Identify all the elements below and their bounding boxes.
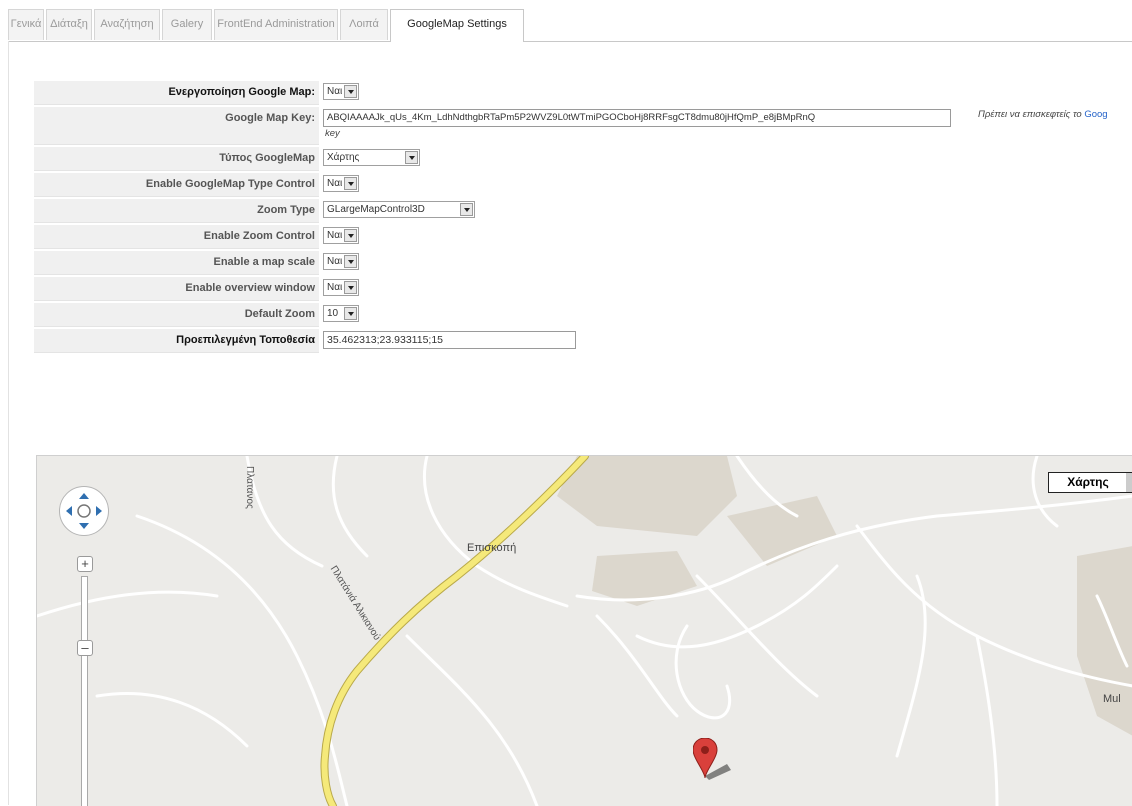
zoom-control-select[interactable]: Ναι xyxy=(323,227,359,244)
map-type-select[interactable]: Χάρτης xyxy=(323,149,420,166)
zoom-in-button[interactable]: + xyxy=(77,556,93,572)
pan-up-icon xyxy=(79,493,89,499)
tab-general[interactable]: Γενικά xyxy=(8,9,44,40)
default-zoom-select[interactable]: 10 xyxy=(323,305,359,322)
map-type-label: Τύπος GoogleMap xyxy=(34,147,319,171)
overview-label: Enable overview window xyxy=(34,277,319,301)
dropdown-arrow-icon xyxy=(405,151,418,164)
tab-galery[interactable]: Galery xyxy=(162,9,212,40)
setting-row-type-control: Enable GoogleMap Type Control Ναι xyxy=(34,173,1132,197)
setting-row-map-scale: Enable a map scale Ναι xyxy=(34,251,1132,275)
dropdown-arrow-icon xyxy=(344,229,357,242)
default-location-label: Προεπιλεγμένη Τοποθεσία xyxy=(34,329,319,353)
zoom-type-select[interactable]: GLargeMapControl3D xyxy=(323,201,475,218)
tab-misc[interactable]: Λοιπά xyxy=(340,9,388,40)
tab-frontend-administration[interactable]: FrontEnd Administration xyxy=(214,9,338,40)
enable-map-select[interactable]: Ναι xyxy=(323,83,359,100)
map-key-label: Google Map Key: xyxy=(34,107,319,145)
dropdown-arrow-icon xyxy=(344,255,357,268)
hand-icon xyxy=(77,504,91,518)
type-control-label: Enable GoogleMap Type Control xyxy=(34,173,319,197)
pan-control[interactable] xyxy=(59,486,109,536)
zoom-slider-track[interactable] xyxy=(81,576,88,806)
enable-map-label: Ενεργοποίηση Google Map: xyxy=(34,81,319,105)
map-key-hint-link[interactable]: Goog xyxy=(1084,109,1107,120)
location-marker-icon[interactable] xyxy=(693,738,733,784)
setting-row-zoom-type: Zoom Type GLargeMapControl3D xyxy=(34,199,1132,223)
dropdown-arrow-icon xyxy=(344,281,357,294)
pan-right-icon xyxy=(96,506,102,516)
map-key-hint-tail: key xyxy=(325,128,340,139)
map-scale-label: Enable a map scale xyxy=(34,251,319,275)
map-type-button[interactable]: Χάρτης xyxy=(1048,472,1128,493)
dropdown-arrow-icon xyxy=(344,307,357,320)
setting-row-default-zoom: Default Zoom 10 xyxy=(34,303,1132,327)
tab-layout[interactable]: Διάταξη xyxy=(46,9,92,40)
pan-down-icon xyxy=(79,523,89,529)
zoom-control-label: Enable Zoom Control xyxy=(34,225,319,249)
zoom-slider-handle[interactable]: – xyxy=(77,640,93,656)
dropdown-arrow-icon xyxy=(460,203,473,216)
map-key-hint: Πρέπει να επισκεφτείς το Goog xyxy=(978,109,1108,120)
setting-row-overview: Enable overview window Ναι xyxy=(34,277,1132,301)
setting-row-zoom-control: Enable Zoom Control Ναι xyxy=(34,225,1132,249)
tab-googlemap-settings[interactable]: GoogleMap Settings xyxy=(390,9,524,42)
pan-left-icon xyxy=(66,506,72,516)
default-zoom-label: Default Zoom xyxy=(34,303,319,327)
type-control-select[interactable]: Ναι xyxy=(323,175,359,192)
map-scale-select[interactable]: Ναι xyxy=(323,253,359,270)
overview-select[interactable]: Ναι xyxy=(323,279,359,296)
map-key-input[interactable]: ABQIAAAAJk_qUs_4Km_LdhNdthgbRTaPm5P2WVZ9… xyxy=(323,109,951,127)
map-type-button-edge[interactable] xyxy=(1126,472,1132,493)
googlemap-settings-form: Ενεργοποίηση Google Map: Ναι Google Map … xyxy=(34,81,1132,355)
setting-row-default-location: Προεπιλεγμένη Τοποθεσία 35.462313;23.933… xyxy=(34,329,1132,353)
tab-bar: Γενικά Διάταξη Αναζήτηση Galery FrontEnd… xyxy=(8,9,1132,42)
google-map[interactable]: Πλατανος Πλατάνιά Αλικιανού Επισκοπή Mul… xyxy=(36,455,1132,806)
setting-row-map-key: Google Map Key: ABQIAAAAJk_qUs_4Km_LdhNd… xyxy=(34,107,1132,145)
default-location-input[interactable]: 35.462313;23.933115;15 xyxy=(323,331,576,349)
map-label-village: Επισκοπή xyxy=(467,542,517,554)
tab-search[interactable]: Αναζήτηση xyxy=(94,9,160,40)
map-label-right-edge: Mul xyxy=(1103,693,1121,705)
map-label-road-top: Πλατανος xyxy=(244,466,255,509)
setting-row-map-type: Τύπος GoogleMap Χάρτης xyxy=(34,147,1132,171)
dropdown-arrow-icon xyxy=(344,85,357,98)
zoom-type-label: Zoom Type xyxy=(34,199,319,223)
dropdown-arrow-icon xyxy=(344,177,357,190)
map-roads xyxy=(37,456,1132,806)
setting-row-enable-map: Ενεργοποίηση Google Map: Ναι xyxy=(34,81,1132,105)
